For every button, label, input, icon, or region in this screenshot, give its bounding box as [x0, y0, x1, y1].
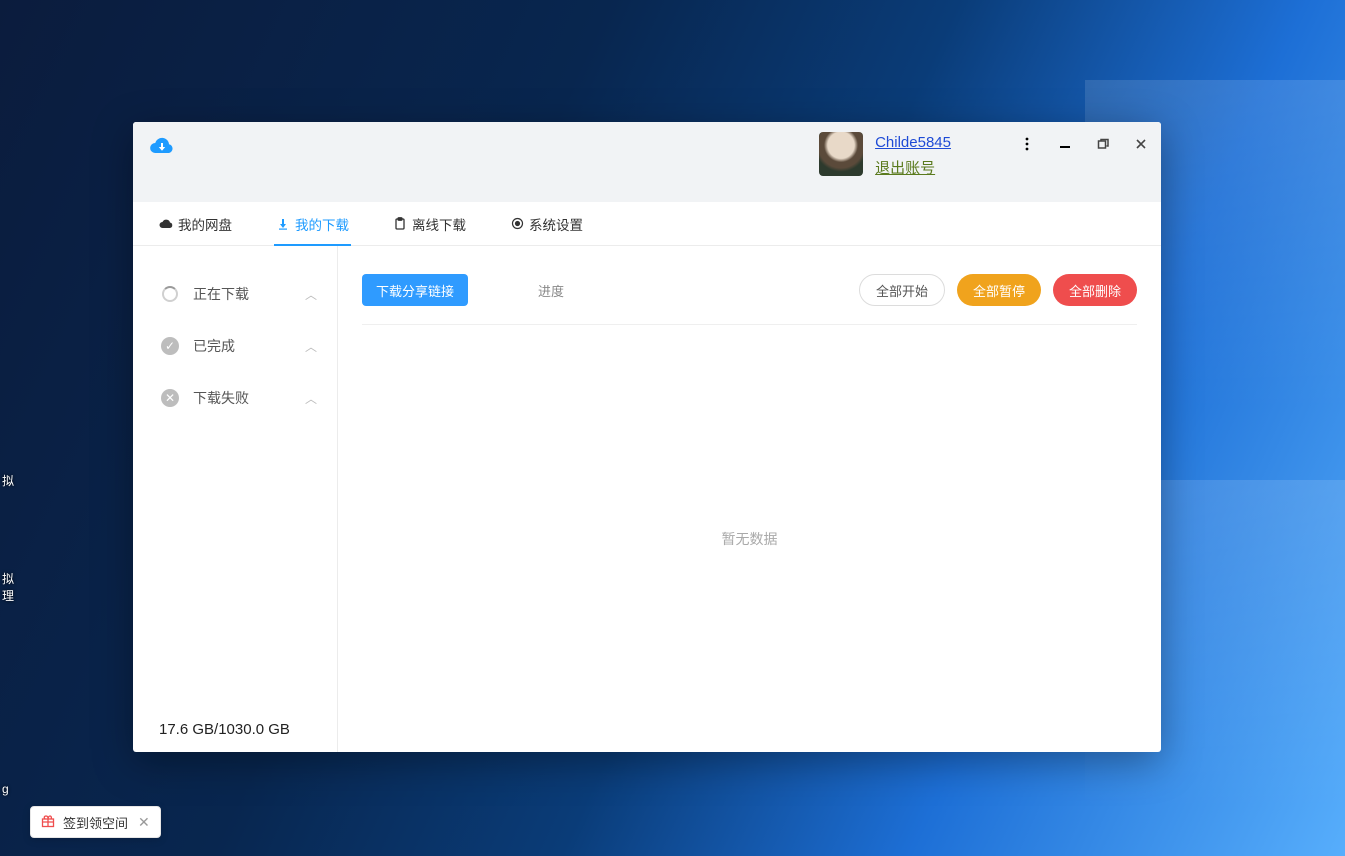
sidebar: 正在下载 ︿ ✓ 已完成 ︿ ✕ 下载失败 ︿ — [133, 246, 338, 752]
empty-state: 暂无数据 — [362, 325, 1137, 752]
cloud-download-icon — [149, 143, 175, 160]
delete-all-button[interactable]: 全部删除 — [1053, 274, 1137, 306]
username-link[interactable]: Childe5845 — [875, 134, 951, 151]
tab-bar: 我的网盘 我的下载 离线下载 系统设置 — [133, 202, 1161, 246]
desktop-label-fragment: 拟 理 — [2, 570, 14, 604]
logout-link[interactable]: 退出账号 — [875, 157, 951, 178]
x-circle-icon: ✕ — [161, 389, 179, 407]
cloud-icon — [159, 217, 173, 231]
signin-toast[interactable]: 签到领空间 ✕ — [30, 806, 161, 838]
column-header-progress: 进度 — [538, 281, 564, 300]
title-bar: Childe5845 退出账号 — [133, 122, 1161, 202]
tab-label: 离线下载 — [412, 214, 466, 234]
toolbar: 下载分享链接 进度 全部开始 全部暂停 全部删除 — [362, 274, 1137, 325]
gift-icon — [41, 814, 55, 831]
pause-all-button[interactable]: 全部暂停 — [957, 274, 1041, 306]
desktop-label-fragment: 拟 — [2, 472, 14, 489]
sidebar-item-failed[interactable]: ✕ 下载失败 ︿ — [133, 372, 337, 424]
app-logo — [149, 132, 175, 161]
storage-usage: 17.6 GB/1030.0 GB — [159, 721, 290, 738]
window-controls — [1019, 136, 1149, 152]
avatar[interactable] — [819, 132, 863, 176]
gear-icon — [510, 217, 524, 231]
check-circle-icon: ✓ — [161, 337, 179, 355]
app-window: Childe5845 退出账号 我的网盘 我的下载 — [133, 122, 1161, 752]
empty-state-text: 暂无数据 — [722, 529, 778, 549]
tab-label: 我的网盘 — [178, 214, 232, 234]
chevron-up-icon: ︿ — [305, 286, 317, 303]
clipboard-icon — [393, 217, 407, 231]
tab-label: 系统设置 — [529, 214, 583, 234]
close-button[interactable] — [1133, 136, 1149, 152]
toast-close-button[interactable]: ✕ — [136, 814, 152, 831]
chevron-up-icon: ︿ — [305, 390, 317, 407]
loading-icon — [161, 285, 179, 303]
tab-my-downloads[interactable]: 我的下载 — [276, 202, 349, 245]
sidebar-item-label: 正在下载 — [193, 284, 249, 304]
tab-label: 我的下载 — [295, 214, 349, 234]
toast-text: 签到领空间 — [63, 813, 128, 832]
tab-offline-download[interactable]: 离线下载 — [393, 202, 466, 245]
user-area: Childe5845 退出账号 — [819, 132, 951, 178]
main-panel: 下载分享链接 进度 全部开始 全部暂停 全部删除 暂无数据 — [338, 246, 1161, 752]
sidebar-item-label: 下载失败 — [193, 388, 249, 408]
download-icon — [276, 217, 290, 231]
sidebar-item-done[interactable]: ✓ 已完成 ︿ — [133, 320, 337, 372]
maximize-button[interactable] — [1095, 136, 1111, 152]
kebab-menu-icon[interactable] — [1019, 136, 1035, 152]
download-share-link-button[interactable]: 下载分享链接 — [362, 274, 468, 306]
desktop-label-fragment: g — [2, 782, 9, 796]
start-all-button[interactable]: 全部开始 — [859, 274, 945, 306]
tab-my-disk[interactable]: 我的网盘 — [159, 202, 232, 245]
tab-settings[interactable]: 系统设置 — [510, 202, 583, 245]
minimize-button[interactable] — [1057, 136, 1073, 152]
content-body: 正在下载 ︿ ✓ 已完成 ︿ ✕ 下载失败 ︿ 下载分享链接 — [133, 246, 1161, 752]
sidebar-item-label: 已完成 — [193, 336, 235, 356]
chevron-up-icon: ︿ — [305, 338, 317, 355]
sidebar-item-downloading[interactable]: 正在下载 ︿ — [133, 268, 337, 320]
